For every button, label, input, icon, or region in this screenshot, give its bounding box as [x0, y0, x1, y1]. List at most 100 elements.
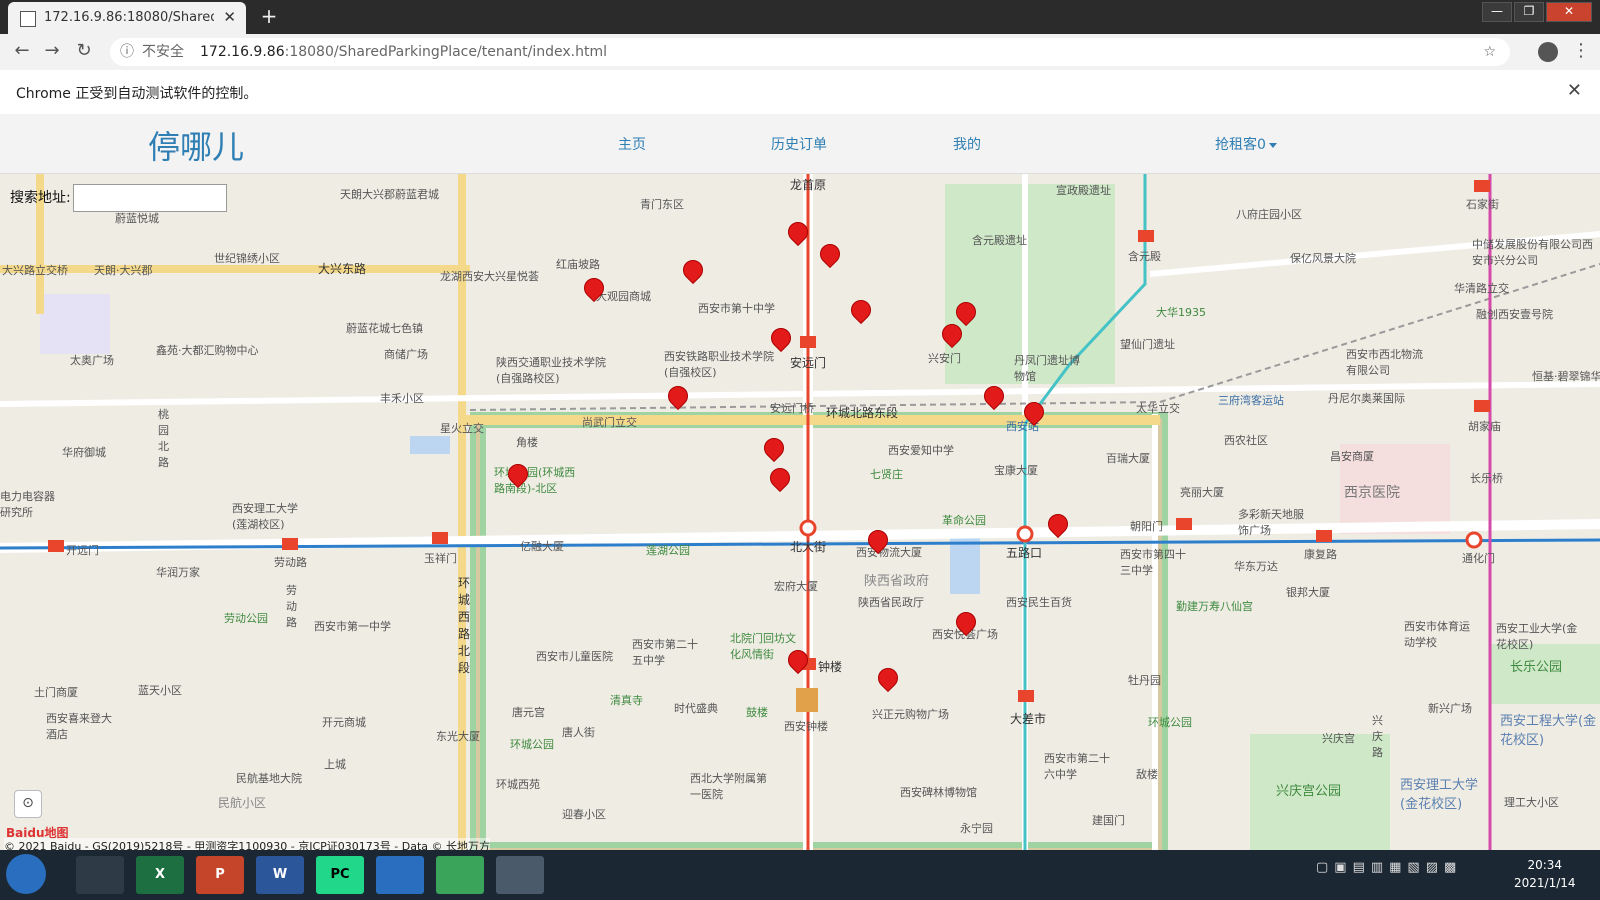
map-label: 环城西苑: [496, 778, 540, 791]
map-label: 世纪锦绣小区: [214, 252, 280, 265]
map-label: 七贤庄: [870, 468, 903, 481]
map-label: 蔚蓝花城七色镇: [346, 322, 423, 335]
map-label: 恒基·碧翠锦华: [1532, 370, 1600, 383]
map-label: 鼓楼: [746, 706, 768, 719]
map-label: 尚武门立交: [582, 416, 637, 429]
locate-icon[interactable]: ⊙: [14, 790, 42, 818]
map-label: 兴正元购物广场: [872, 708, 949, 721]
metro-station-icon: [1316, 530, 1332, 542]
word-icon[interactable]: W: [256, 856, 304, 894]
map-label: 天朗·大兴郡: [94, 264, 153, 277]
caret-down-icon: [1268, 142, 1277, 148]
map-label: 蓝天小区: [138, 684, 182, 697]
map-label: 太华立交: [1136, 402, 1180, 415]
chrome-icon[interactable]: [496, 856, 544, 894]
map-label: 红庙坡路: [556, 258, 600, 271]
map-label: 中储发展股份有限公司西安市兴分公司: [1472, 238, 1593, 267]
profile-avatar-icon[interactable]: [1538, 42, 1558, 62]
map-label: 西安爱知中学: [888, 444, 954, 457]
map-label: 大差市: [1010, 712, 1047, 726]
url-path: :18080/SharedParkingPlace/tenant/index.h…: [284, 44, 607, 60]
infobar-close-icon[interactable]: ✕: [1567, 80, 1582, 101]
bookmark-star-icon[interactable]: ☆: [1483, 38, 1496, 66]
remote-desktop-icon[interactable]: [376, 856, 424, 894]
taskbar-clock[interactable]: 20:34 2021/1/14: [1514, 856, 1576, 892]
nav-home-link[interactable]: 主页: [618, 134, 646, 154]
address-bar[interactable]: ⓘ 不安全 172.16.9.86:18080/SharedParkingPla…: [110, 38, 1510, 66]
map-label: 新兴广场: [1428, 702, 1472, 715]
map-label: 角楼: [516, 436, 538, 449]
minimize-button[interactable]: —: [1482, 2, 1512, 22]
map-label: 时代盛典: [674, 702, 718, 715]
map-canvas[interactable]: 天朗大兴郡蔚蓝君城 蔚蓝悦城 青门东区 龙首原 宣政殿遗址 八府庄园小区 石家街…: [0, 174, 1600, 850]
system-tray[interactable]: ▢▣▤▥▦▧▨▩: [1316, 860, 1462, 875]
map-label: 开元商城: [322, 716, 366, 729]
map-label: 电力电容器研究所: [0, 490, 55, 519]
map-label: 莲湖公园: [646, 544, 690, 557]
forward-button[interactable]: →: [40, 40, 64, 61]
pycharm-icon[interactable]: PC: [316, 856, 364, 894]
app-icon[interactable]: [436, 856, 484, 894]
map-label: 兴庆宫公园: [1276, 784, 1342, 799]
powerpoint-icon[interactable]: P: [196, 856, 244, 894]
map-label: 兴庆宫: [1322, 732, 1355, 745]
nav-history-link[interactable]: 历史订单: [771, 134, 827, 154]
map-label: 西安市第二十六中学: [1044, 752, 1110, 781]
metro-station-icon: [1138, 230, 1154, 242]
clock-date: 2021/1/14: [1514, 876, 1576, 890]
excel-icon[interactable]: X: [136, 856, 184, 894]
map-label: 兴安门: [928, 352, 961, 365]
map-label: 劳动路: [274, 556, 307, 569]
nav-mine-link[interactable]: 我的: [953, 134, 981, 154]
browser-menu-icon[interactable]: ⋮: [1572, 40, 1590, 61]
map-label: 太奥广场: [70, 354, 114, 367]
map-label: 胡家庙: [1468, 420, 1501, 433]
map-label: 华府御城: [62, 446, 106, 459]
map-label: 玉祥门: [424, 552, 457, 565]
clock-time: 20:34: [1527, 858, 1563, 872]
map-label: 望仙门遗址: [1120, 338, 1175, 351]
map-label: 康复路: [1304, 548, 1337, 561]
map-label: 西安市第一中学: [314, 620, 391, 633]
map-label: 宏府大厦: [774, 580, 818, 593]
browser-tab[interactable]: 172.16.9.86:18080/SharedPark ✕: [8, 2, 246, 34]
map-label: 民航基地大院: [236, 772, 302, 785]
map-label: 西安市体育运动学校: [1404, 620, 1470, 649]
security-label: 不安全: [142, 44, 184, 60]
map-label: 迎春小区: [562, 808, 606, 821]
window-close-button[interactable]: ✕: [1546, 2, 1592, 22]
metro-station-icon: [800, 336, 816, 348]
start-button-icon[interactable]: [6, 854, 46, 894]
tab-close-icon[interactable]: ✕: [223, 8, 236, 26]
pond: [410, 436, 450, 454]
snipping-tool-icon[interactable]: [76, 856, 124, 894]
maximize-button[interactable]: ❐: [1514, 2, 1544, 22]
search-address-input[interactable]: [72, 184, 227, 212]
map-label: 西北大学附属第一医院: [690, 772, 767, 801]
map-label: 丰禾小区: [380, 392, 424, 405]
new-tab-button[interactable]: +: [256, 6, 282, 28]
map-label: 理工大小区: [1504, 796, 1559, 809]
map-label: 五路口: [1006, 546, 1043, 560]
map-label: 三府湾客运站: [1218, 394, 1284, 407]
map-label: 亮丽大厦: [1180, 486, 1224, 499]
map-label: 陕西省政府: [864, 574, 930, 589]
browser-titlebar: 172.16.9.86:18080/SharedPark ✕ + — ❐ ✕: [0, 0, 1600, 34]
map-label: 石家街: [1466, 198, 1499, 211]
map-label: 西安钟楼: [784, 720, 828, 733]
map-label: 鑫苑·大都汇购物中心: [156, 344, 259, 357]
nav-rent-dropdown[interactable]: 抢租客0: [1215, 134, 1277, 154]
bell-tower-icon: [796, 688, 818, 712]
map-label: 西京医院: [1344, 485, 1400, 501]
url-text[interactable]: 172.16.9.86:18080/SharedParkingPlace/ten…: [200, 38, 607, 66]
map-label: 西安市第二十五中学: [632, 638, 698, 667]
map-label: 华清路立交: [1454, 282, 1509, 295]
map-label: 开远门: [66, 544, 99, 557]
info-icon[interactable]: ⓘ: [120, 38, 134, 66]
back-button[interactable]: ←: [10, 40, 34, 61]
metro-station-icon: [48, 540, 64, 552]
map-label: 长乐公园: [1510, 660, 1563, 675]
stadium-area: [40, 294, 110, 354]
reload-button[interactable]: ↻: [72, 40, 96, 61]
site-brand[interactable]: 停哪儿: [148, 122, 244, 168]
